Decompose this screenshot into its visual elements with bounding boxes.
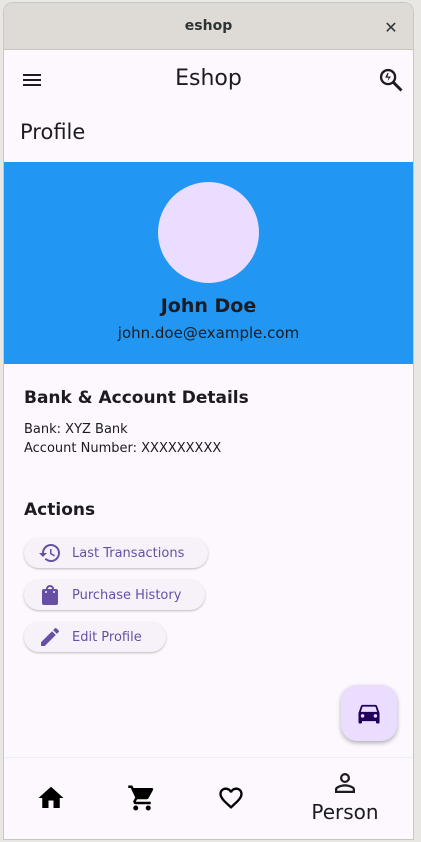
nav-person-label: Person xyxy=(311,800,379,824)
edit-profile-button[interactable]: Edit Profile xyxy=(24,622,166,652)
nav-favorites[interactable] xyxy=(211,778,251,818)
bank-section: Bank & Account Details Bank: XYZ Bank Ac… xyxy=(4,388,413,664)
window-titlebar: eshop ✕ xyxy=(4,3,413,50)
app-window: eshop ✕ Eshop Profile John Doe john.doe@… xyxy=(4,3,413,839)
action-chips: Last Transactions Purchase History Edit … xyxy=(24,538,413,664)
home-icon xyxy=(38,786,64,808)
app-title: Eshop xyxy=(175,66,242,91)
purchase-history-label: Purchase History xyxy=(72,587,182,603)
heart-icon xyxy=(219,787,243,809)
last-transactions-label: Last Transactions xyxy=(72,545,185,561)
bottom-navigation: Person xyxy=(4,757,413,839)
nav-cart[interactable] xyxy=(122,778,162,818)
close-icon[interactable]: ✕ xyxy=(379,15,403,39)
bank-name-text: Bank: XYZ Bank xyxy=(24,422,128,437)
car-fab-button[interactable] xyxy=(341,685,397,741)
edit-profile-label: Edit Profile xyxy=(72,629,142,645)
search-icon[interactable] xyxy=(377,66,405,94)
cart-icon xyxy=(128,785,154,811)
window-title: eshop xyxy=(184,18,233,34)
actions-section-title: Actions xyxy=(24,500,96,520)
last-transactions-button[interactable]: Last Transactions xyxy=(24,538,209,568)
account-number-text: Account Number: XXXXXXXXX xyxy=(24,441,222,456)
car-icon xyxy=(358,704,380,724)
person-icon xyxy=(335,773,355,793)
page-title: Profile xyxy=(20,120,86,144)
nav-person[interactable]: Person xyxy=(300,768,390,824)
profile-name: John Doe xyxy=(160,295,257,317)
edit-icon xyxy=(41,627,60,646)
nav-home[interactable] xyxy=(31,778,71,818)
app-bar: Eshop xyxy=(4,50,413,112)
purchase-history-button[interactable]: Purchase History xyxy=(24,580,206,610)
bank-section-title: Bank & Account Details xyxy=(24,388,249,408)
shopping-bag-icon xyxy=(42,585,58,605)
history-icon xyxy=(39,544,60,562)
profile-header: John Doe john.doe@example.com xyxy=(4,162,413,364)
avatar xyxy=(158,182,259,283)
profile-email: john.doe@example.com xyxy=(117,324,300,342)
